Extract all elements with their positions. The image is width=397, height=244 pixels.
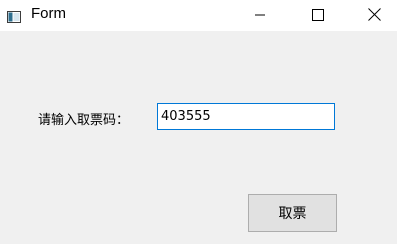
get-ticket-button-label: 取票 <box>278 206 307 222</box>
ticket-code-label: 请输入取票码： <box>38 113 130 128</box>
close-icon <box>367 6 381 25</box>
minimize-icon <box>254 6 266 25</box>
maximize-button[interactable] <box>295 0 341 31</box>
window-title: Form <box>31 5 66 22</box>
get-ticket-button[interactable]: 取票 <box>248 194 337 232</box>
maximize-icon <box>312 6 324 25</box>
form-app-icon <box>7 8 21 23</box>
form-window: Form 请输入取票码： 403555 取票 <box>0 0 397 244</box>
ticket-code-input[interactable] <box>157 103 335 130</box>
titlebar[interactable]: Form <box>0 0 397 31</box>
close-button[interactable] <box>351 0 397 31</box>
minimize-button[interactable] <box>237 0 283 31</box>
